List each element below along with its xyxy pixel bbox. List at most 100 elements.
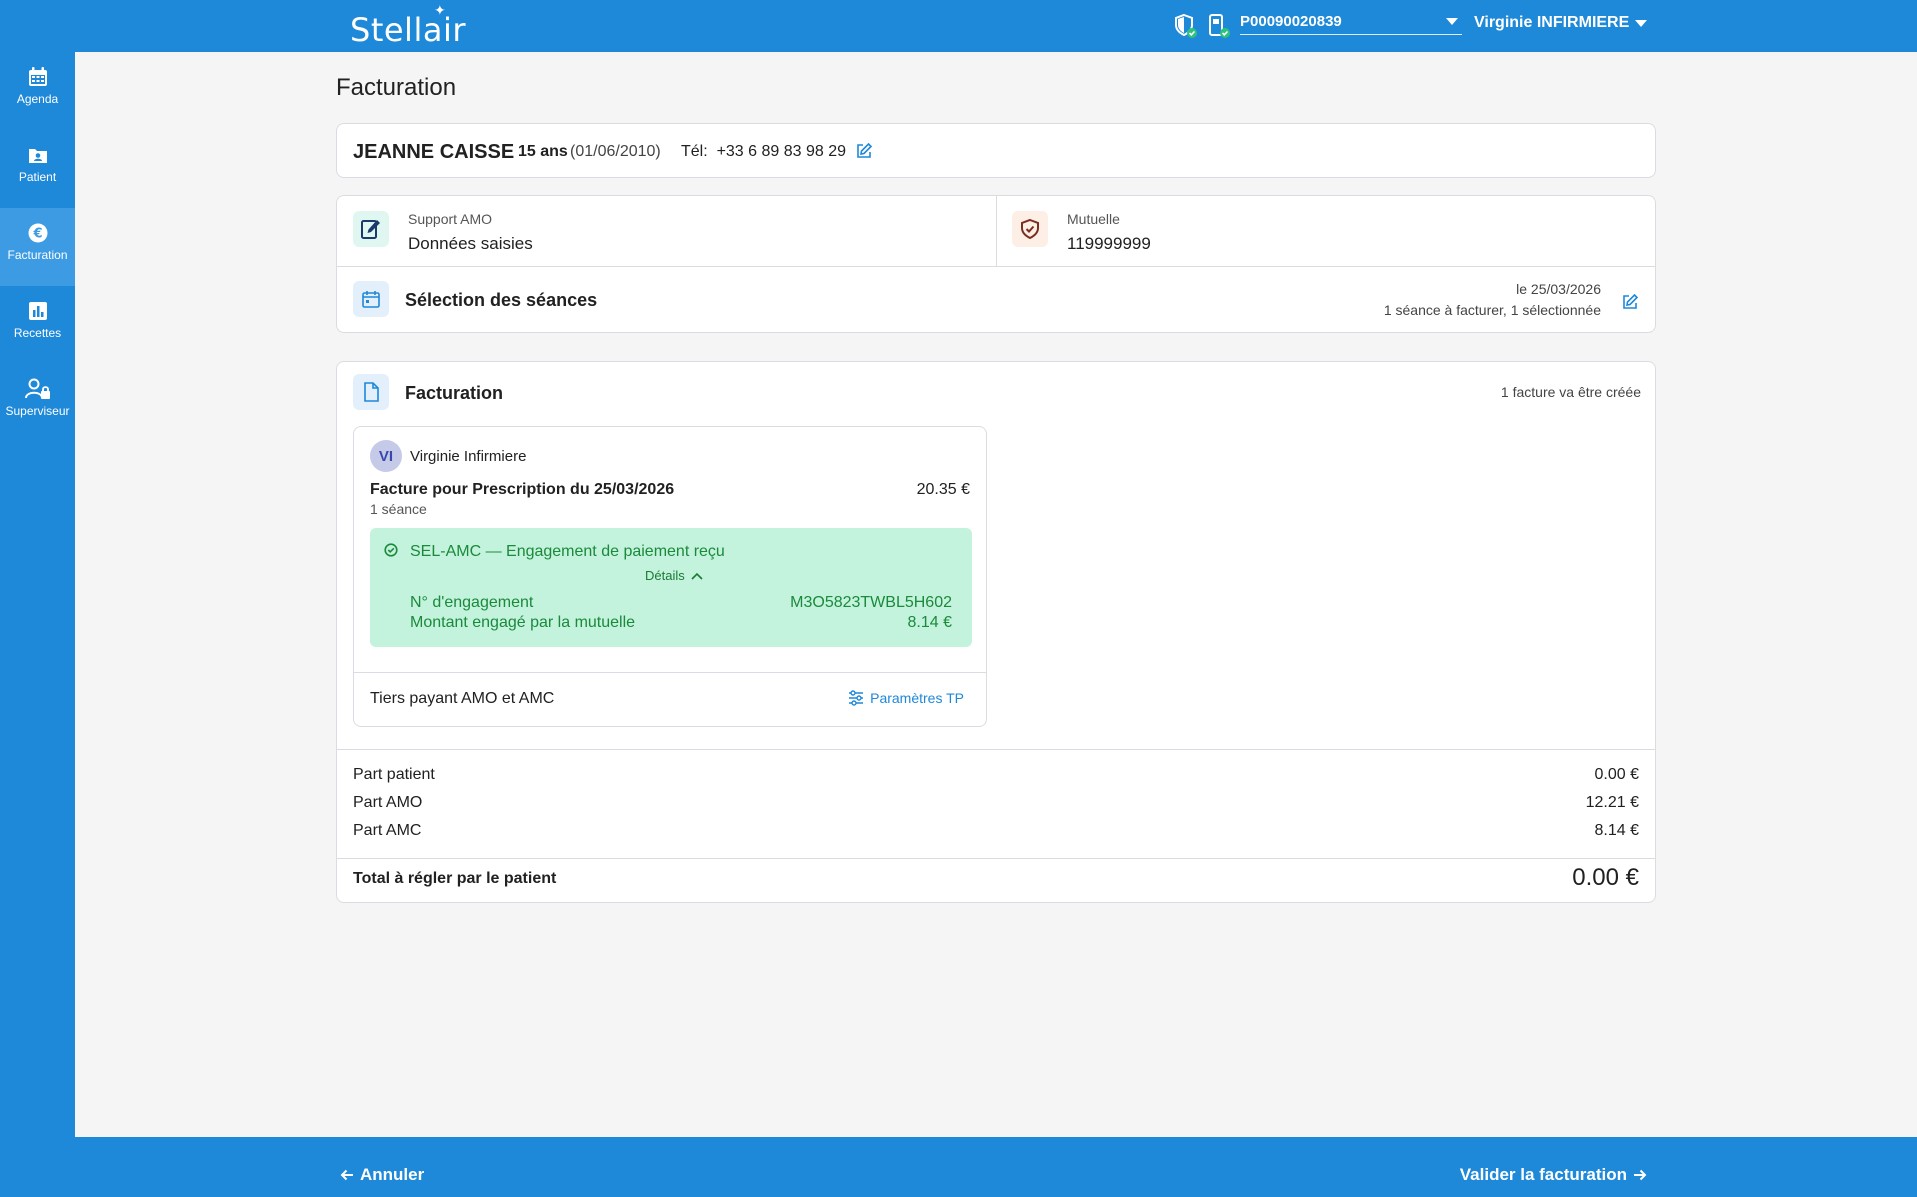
billing-icon-box [353, 374, 389, 410]
invoice-amount: 20.35 € [916, 481, 970, 498]
patient-name: JEANNE CAISSE [353, 141, 515, 163]
svg-text:€: € [32, 227, 42, 242]
patient-phone: Tél: +33 6 89 83 98 29 [681, 143, 846, 161]
validate-label: Valider la facturation [1459, 1165, 1627, 1184]
shield-check-icon [1021, 218, 1039, 240]
arrow-right-icon [1634, 1169, 1647, 1181]
invoice-nurse: Virginie Infirmiere [410, 448, 527, 465]
sidebar-item-patient[interactable]: Patient [0, 130, 75, 208]
total-value: 0.00 € [1572, 864, 1639, 891]
app-logo[interactable]: Stellair ✦ [350, 3, 466, 49]
top-bar: Stellair ✦ P00090020839 Virginie INFIRMI… [0, 0, 1917, 52]
details-label: Détails [645, 568, 685, 583]
sidebar-item-label: Superviseur [5, 404, 70, 418]
chevron-down-icon [1446, 18, 1458, 25]
billing-count: 1 facture va être créée [1500, 384, 1641, 400]
divider [996, 196, 997, 266]
cancel-button[interactable]: Annuler [340, 1165, 424, 1185]
chevron-up-icon [691, 572, 703, 580]
support-amo-label: Support AMO [408, 211, 493, 227]
calendar-icon [28, 67, 47, 86]
phone-label: Tél: [681, 143, 708, 160]
engagement-number-label: N° d'engagement [410, 594, 534, 611]
phone-value: +33 6 89 83 98 29 [716, 143, 847, 160]
edit-patient-button[interactable] [855, 142, 873, 165]
divider [337, 858, 1655, 859]
logo-star-icon: ✦ [434, 3, 447, 19]
divider [337, 749, 1655, 750]
seances-date: le 25/03/2026 [1516, 281, 1601, 297]
params-tp-button[interactable]: Paramètres TP [848, 690, 964, 706]
part-patient-label: Part patient [353, 766, 435, 783]
patient-folder-icon [28, 149, 47, 163]
chevron-down-icon [1635, 19, 1648, 27]
sidebar-item-facturation[interactable]: € Facturation [0, 208, 75, 286]
euro-icon: € [28, 223, 47, 243]
sel-amc-title: SEL-AMC — Engagement de paiement reçu [410, 543, 725, 560]
bottom-action-bar: Annuler Valider la facturation [75, 1137, 1917, 1197]
support-amo-button[interactable] [353, 211, 389, 247]
edit-icon [857, 142, 873, 158]
invoice-title: Facture pour Prescription du 25/03/2026 [370, 481, 675, 498]
sidebar-item-label: Facturation [7, 248, 68, 262]
params-tp-label: Paramètres TP [870, 690, 964, 706]
divider [337, 266, 1655, 267]
card-reader-status-icon[interactable] [1207, 13, 1231, 39]
billing-card: Facturation 1 facture va être créée VI V… [336, 361, 1656, 903]
mutuelle-label: Mutuelle [1067, 211, 1120, 227]
sidebar-item-superviseur[interactable]: Superviseur [0, 364, 75, 442]
engaged-amount-value: 8.14 € [907, 614, 952, 631]
sidebar-item-recettes[interactable]: Recettes [0, 286, 75, 364]
user-menu[interactable]: Virginie INFIRMIERE [1474, 14, 1648, 32]
patient-age: 15 ans [518, 143, 568, 160]
calendar-icon [362, 291, 380, 308]
mutuelle-value: 119999999 [1067, 234, 1151, 253]
seances-icon-box [353, 281, 389, 317]
sliders-icon [849, 690, 864, 706]
cancel-label: Annuler [360, 1165, 425, 1184]
engaged-amount-label: Montant engagé par la mutuelle [410, 614, 636, 631]
tiers-payant-label: Tiers payant AMO et AMC [370, 690, 555, 707]
sel-amc-status: SEL-AMC — Engagement de paiement reçu Dé… [370, 528, 972, 647]
patient-dob: (01/06/2010) [570, 143, 661, 160]
cps-select-value: P00090020839 [1240, 13, 1342, 30]
mutuelle-button[interactable] [1012, 211, 1048, 247]
sidebar: Agenda Patient € Facturation Recettes Su… [0, 52, 75, 1197]
part-amc-label: Part AMC [353, 822, 422, 839]
invoice-card: VI Virginie Infirmiere Facture pour Pres… [353, 426, 987, 727]
engagement-number-value: M3O5823TWBL5H602 [790, 594, 952, 611]
divider [354, 672, 986, 673]
seances-count: 1 séance à facturer, 1 sélectionnée [1383, 302, 1601, 318]
sidebar-item-label: Agenda [16, 92, 59, 106]
part-amo-value: 12.21 € [1585, 794, 1639, 811]
edit-seances-button[interactable] [1621, 293, 1639, 316]
avatar: VI [370, 440, 402, 472]
coverage-card: Support AMO Données saisies Mutuelle 119… [336, 195, 1656, 333]
billing-title: Facturation [405, 383, 504, 403]
check-circle-icon [384, 543, 398, 562]
details-toggle[interactable]: Détails [645, 568, 703, 583]
page-title: Facturation [336, 74, 457, 101]
shield-status-icon[interactable] [1174, 13, 1198, 39]
arrow-left-icon [340, 1169, 353, 1181]
user-lock-icon [24, 378, 50, 399]
seances-title: Sélection des séances [405, 290, 598, 310]
part-amc-value: 8.14 € [1594, 822, 1639, 839]
edit-icon [1623, 293, 1639, 309]
cps-select[interactable]: P00090020839 [1240, 13, 1462, 35]
support-amo-value: Données saisies [408, 234, 533, 253]
invoice-sessions: 1 séance [370, 501, 427, 517]
edit-document-icon [361, 220, 380, 239]
app-logo-text: Stellair [350, 11, 466, 49]
part-patient-value: 0.00 € [1594, 766, 1639, 783]
user-name: Virginie INFIRMIERE [1474, 14, 1630, 31]
patient-card: JEANNE CAISSE 15 ans (01/06/2010) Tél: +… [336, 123, 1656, 178]
total-label: Total à régler par le patient [353, 870, 557, 887]
document-icon [364, 382, 379, 402]
sidebar-item-agenda[interactable]: Agenda [0, 52, 75, 130]
part-amo-label: Part AMO [353, 794, 423, 811]
sidebar-item-label: Patient [18, 170, 57, 184]
validate-billing-button[interactable]: Valider la facturation [1460, 1165, 1647, 1185]
sidebar-item-label: Recettes [13, 326, 62, 340]
chart-icon [28, 302, 47, 320]
